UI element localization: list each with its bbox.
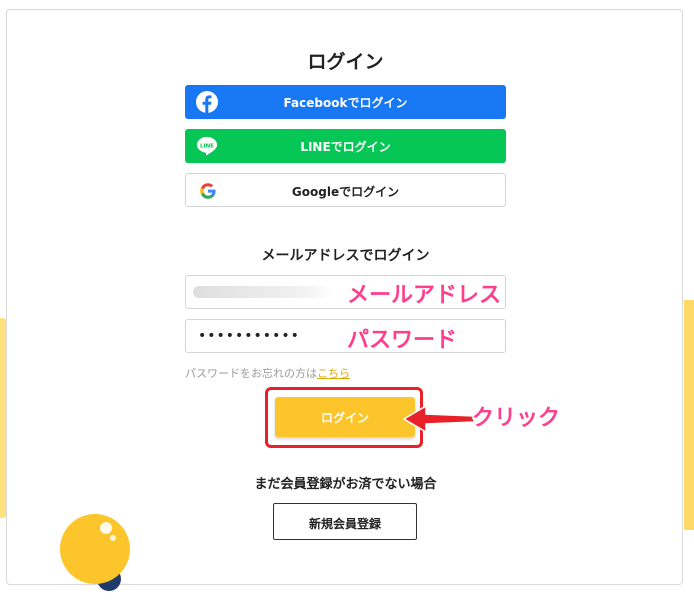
register-heading: まだ会員登録がお済でない場合 (254, 477, 437, 492)
facebook-login-button[interactable]: Facebookでログイン (185, 85, 506, 119)
google-login-button[interactable]: Googleでログイン (185, 173, 506, 207)
email-value-blurred (193, 286, 333, 298)
line-login-label: LINEでログイン (300, 140, 391, 154)
click-annotation: クリック (472, 406, 561, 431)
facebook-login-label: Facebookでログイン (283, 96, 408, 110)
email-annotation: メールアドレス (347, 283, 502, 308)
email-login-heading: メールアドレスでログイン (261, 248, 430, 264)
register-button-label: 新規会員登録 (308, 517, 381, 531)
login-button-label: ログイン (320, 411, 369, 425)
google-login-label: Googleでログイン (291, 185, 400, 199)
forgot-password-link[interactable]: こちら (317, 367, 350, 380)
page-title: ログイン (307, 51, 384, 73)
password-annotation: パスワード (347, 328, 458, 353)
background-decoration-right (684, 300, 694, 530)
line-login-button[interactable]: LINE LINEでログイン (185, 129, 506, 163)
login-button[interactable]: ログイン (275, 397, 415, 437)
arrow-icon (402, 404, 475, 434)
forgot-password-label: パスワードをお忘れの方は (185, 367, 317, 380)
password-field[interactable] (185, 319, 506, 353)
register-button[interactable]: 新規会員登録 (273, 503, 417, 540)
mascot-icon (60, 514, 130, 591)
forgot-password-text: パスワードをお忘れの方はこちら (185, 365, 350, 381)
